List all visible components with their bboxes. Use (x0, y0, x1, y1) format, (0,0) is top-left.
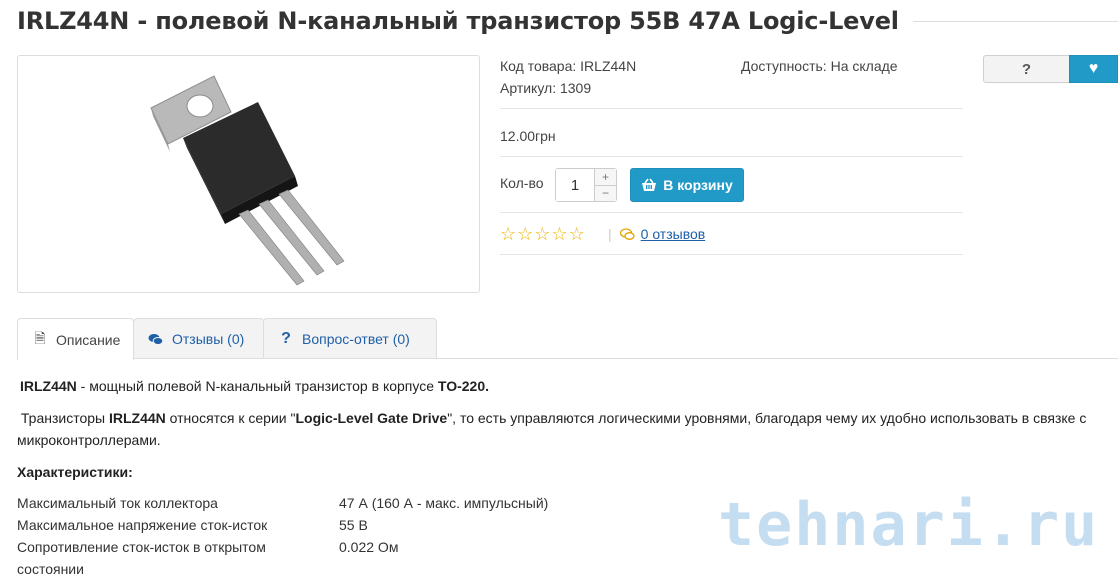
spec-name: Максимальный ток коллектора (17, 495, 218, 511)
quantity-input[interactable] (556, 169, 594, 201)
tab-description[interactable]: 🗎 Описание (17, 318, 134, 360)
star-empty-icon: ☆ (534, 224, 551, 244)
tab-description-label: Описание (56, 331, 121, 348)
product-price: 12.00грн (500, 128, 556, 144)
document-icon: 🗎 (34, 329, 46, 346)
quantity-stepper: + − (555, 168, 617, 202)
add-to-cart-button[interactable]: В корзину (630, 168, 744, 202)
decrement-button[interactable]: − (595, 185, 616, 201)
info-divider (500, 254, 963, 255)
tab-reviews[interactable]: Отзывы (0) (133, 318, 264, 359)
question-button[interactable]: ? (983, 55, 1070, 83)
comments-icon (619, 227, 635, 240)
tabs-divider (17, 358, 1118, 359)
spec-value: 47 А (160 А - макс. импульсный) (339, 495, 549, 511)
increment-button[interactable]: + (595, 169, 616, 186)
spec-value: 0.022 Ом (339, 539, 399, 555)
comments-icon (148, 333, 164, 345)
description-paragraph-2: Транзисторы IRLZ44N относятся к серии "L… (17, 410, 1087, 448)
question-icon: ? (281, 330, 291, 347)
characteristics-heading: Характеристики: (17, 464, 133, 480)
transistor-image (150, 75, 345, 286)
info-divider (500, 108, 963, 109)
star-empty-icon: ☆ (551, 224, 568, 244)
rating-stars: ☆ ☆ ☆ ☆ ☆ (500, 225, 585, 243)
tab-reviews-label: Отзывы (0) (172, 331, 245, 347)
product-article: Артикул: 1309 (500, 80, 592, 96)
star-empty-icon: ☆ (517, 224, 534, 244)
title-divider (912, 20, 1118, 22)
description-paragraph-1: IRLZ44N - мощный полевой N-канальный тра… (20, 378, 490, 394)
heart-icon: ♥ (1088, 60, 1099, 77)
site-watermark: tehnari.ru (718, 490, 1100, 560)
spec-name: состоянии (17, 561, 84, 577)
product-code: Код товара: IRLZ44N (500, 58, 637, 74)
info-divider (500, 212, 963, 213)
title-row: IRLZ44N - полевой N-канальный транзистор… (17, 4, 1118, 38)
star-empty-icon: ☆ (568, 224, 585, 244)
add-to-cart-label: В корзину (663, 177, 733, 193)
reviews-link[interactable]: 0 отзывов (641, 226, 706, 242)
product-availability: Доступность: На складе (741, 58, 898, 74)
wishlist-button[interactable]: ♥ (1069, 55, 1118, 83)
quantity-steps: + − (594, 169, 616, 201)
star-empty-icon: ☆ (500, 224, 517, 244)
separator: | (608, 226, 612, 242)
basket-icon (642, 178, 657, 191)
tab-questions[interactable]: ? Вопрос-ответ (0) (263, 318, 437, 359)
reviews-link-group: | 0 отзывов (608, 226, 705, 242)
spec-value: 55 В (339, 517, 368, 533)
spec-name: Сопротивление сток-исток в открытом (17, 539, 266, 555)
product-image[interactable] (17, 55, 480, 293)
info-divider (500, 156, 963, 157)
tab-questions-label: Вопрос-ответ (0) (302, 331, 410, 347)
spec-name: Максимальное напряжение сток-исток (17, 517, 268, 533)
qty-label: Кол-во (500, 175, 544, 191)
page-title: IRLZ44N - полевой N-канальный транзистор… (17, 7, 899, 35)
